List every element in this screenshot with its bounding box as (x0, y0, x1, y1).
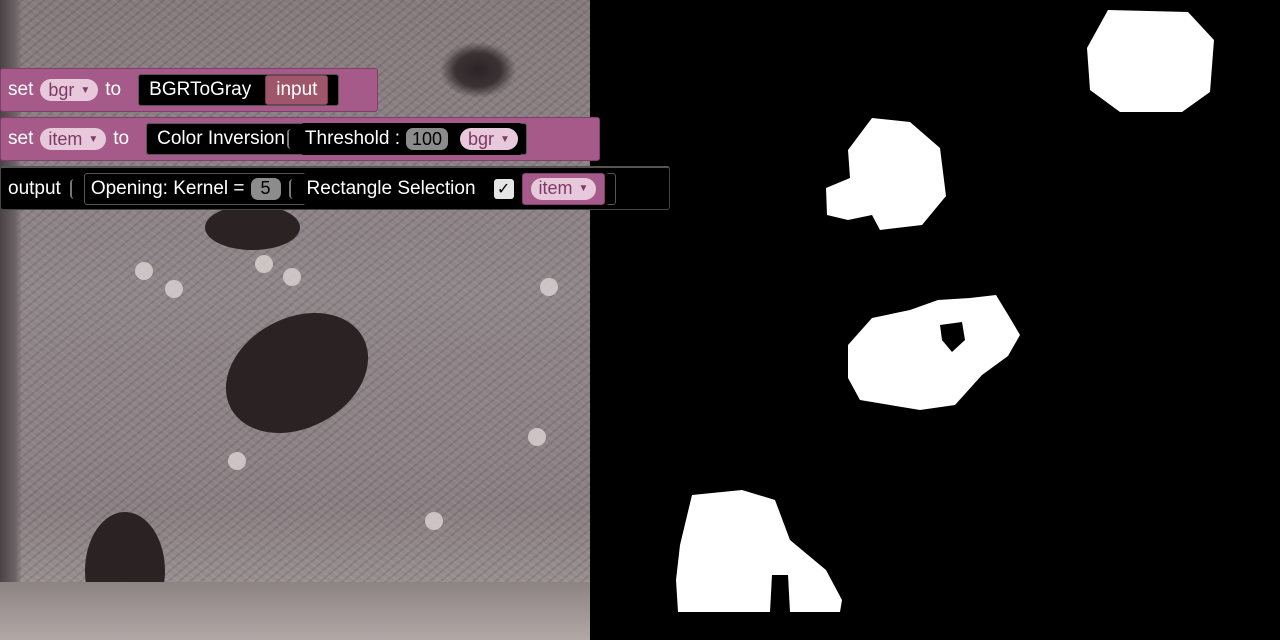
color-inversion-block[interactable]: Color Inversion Threshold : 100 bgr ▼ (146, 123, 527, 155)
mouse-center (204, 289, 390, 457)
variable-name: item (48, 128, 83, 149)
bedding-pellet (540, 278, 558, 296)
caret-down-icon: ▼ (500, 133, 510, 145)
set-keyword: set (8, 128, 34, 149)
mask-blob-middle (848, 295, 1020, 410)
bedding-pellet (135, 262, 153, 280)
set-bgr-block[interactable]: set bgr ▼ to BGRToGray input (0, 68, 378, 112)
variable-dropdown-bgr[interactable]: bgr ▼ (460, 128, 518, 150)
function-label: Rectangle Selection (306, 177, 476, 199)
variable-dropdown-item[interactable]: item ▼ (40, 128, 107, 150)
item-variable-block[interactable]: item ▼ (521, 172, 606, 205)
kernel-value-field[interactable]: 5 (250, 177, 281, 200)
input-notch (288, 178, 297, 199)
bedding-pellet (165, 280, 183, 298)
variable-name: bgr (48, 79, 75, 100)
threshold-value-field[interactable]: 100 (405, 128, 449, 150)
mouse-top (205, 205, 300, 250)
input-notch (69, 178, 78, 199)
bedding-pellet (255, 255, 273, 273)
bedding-pellet (528, 428, 546, 446)
function-label: Opening: Kernel = (90, 177, 245, 199)
threshold-block[interactable]: Threshold : 100 bgr ▼ (300, 123, 522, 155)
variable-name: item (538, 178, 573, 198)
bedding-pellet (228, 452, 246, 470)
mask-blob-bottom-left (676, 490, 842, 612)
function-label: Threshold : (304, 128, 400, 149)
mask-blob-upper (826, 118, 946, 230)
set-item-block[interactable]: set item ▼ to Color Inversion Threshold … (0, 117, 600, 161)
bedding-pellet (283, 268, 301, 286)
variable-name: bgr (468, 128, 495, 149)
binary-mask-output-view (590, 0, 1280, 640)
bgr-to-gray-block[interactable]: BGRToGray input (138, 74, 340, 106)
caret-down-icon: ▼ (80, 84, 91, 96)
output-block[interactable]: output Opening: Kernel = 5 Rectangle Sel… (0, 166, 670, 210)
caret-down-icon: ▼ (88, 133, 99, 145)
output-keyword: output (8, 177, 61, 199)
checkmark-icon[interactable]: ✓ (493, 178, 514, 199)
variable-dropdown-bgr[interactable]: bgr ▼ (40, 79, 99, 101)
input-label: input (276, 79, 318, 100)
set-keyword: set (8, 79, 34, 100)
input-notch (286, 129, 295, 149)
variable-dropdown-item[interactable]: item ▼ (530, 177, 597, 200)
cage-floor-strip (0, 582, 590, 640)
function-label: Color Inversion (157, 128, 285, 149)
function-label: BGRToGray (149, 79, 252, 100)
bedding-pellet (425, 512, 443, 530)
mask-blob-top-right (1087, 10, 1214, 112)
to-keyword: to (113, 128, 130, 149)
opening-block[interactable]: Opening: Kernel = 5 Rectangle Selection … (83, 172, 617, 205)
caret-down-icon: ▼ (578, 183, 589, 194)
rectangle-selection-block[interactable]: Rectangle Selection ✓ item ▼ (302, 172, 610, 205)
input-variable-block[interactable]: input (265, 75, 329, 105)
to-keyword: to (105, 79, 122, 100)
